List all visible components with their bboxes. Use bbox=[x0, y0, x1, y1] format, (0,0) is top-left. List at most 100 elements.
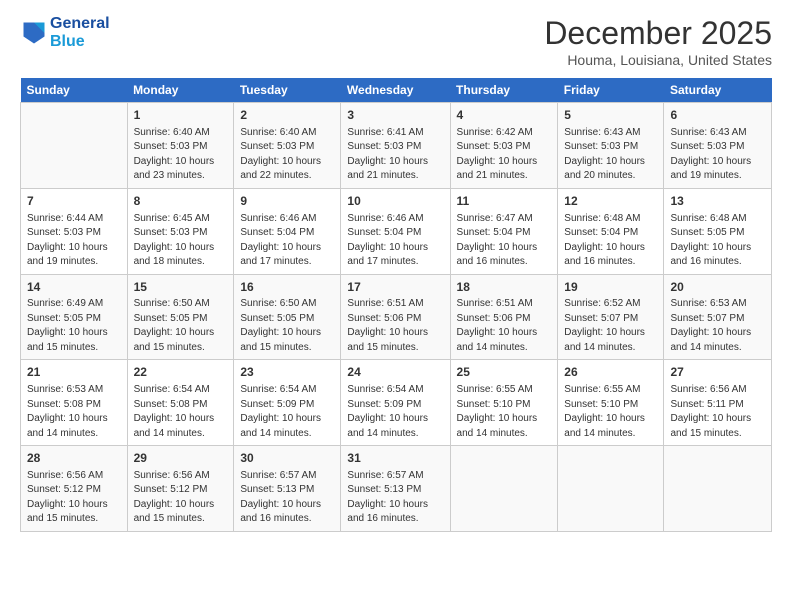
day-number: 25 bbox=[457, 364, 552, 381]
col-thursday: Thursday bbox=[450, 78, 558, 103]
day-number: 26 bbox=[564, 364, 657, 381]
day-cell: 4Sunrise: 6:42 AMSunset: 5:03 PMDaylight… bbox=[450, 103, 558, 189]
day-cell: 28Sunrise: 6:56 AMSunset: 5:12 PMDayligh… bbox=[21, 446, 128, 532]
day-info: Sunrise: 6:44 AMSunset: 5:03 PMDaylight:… bbox=[27, 212, 121, 270]
day-number: 1 bbox=[134, 107, 228, 124]
logo-icon bbox=[20, 19, 48, 47]
title-block: December 2025 Houma, Louisiana, United S… bbox=[544, 15, 772, 68]
day-info: Sunrise: 6:45 AMSunset: 5:03 PMDaylight:… bbox=[134, 212, 228, 270]
day-info: Sunrise: 6:43 AMSunset: 5:03 PMDaylight:… bbox=[670, 126, 765, 184]
day-info: Sunrise: 6:41 AMSunset: 5:03 PMDaylight:… bbox=[347, 126, 443, 184]
day-cell bbox=[664, 446, 772, 532]
day-cell: 2Sunrise: 6:40 AMSunset: 5:03 PMDaylight… bbox=[234, 103, 341, 189]
calendar-body: 1 Sunrise: 6:40 AMSunset: 5:03 PMDaylight… bbox=[21, 103, 772, 532]
day-number: 8 bbox=[134, 193, 228, 210]
col-saturday: Saturday bbox=[664, 78, 772, 103]
day-number: 10 bbox=[347, 193, 443, 210]
day-cell: 6 Sunrise: 6:43 AMSunset: 5:03 PMDaylight… bbox=[664, 103, 772, 189]
day-info: Sunrise: 6:55 AMSunset: 5:10 PMDaylight:… bbox=[564, 383, 657, 441]
day-cell: 29Sunrise: 6:56 AMSunset: 5:12 PMDayligh… bbox=[127, 446, 234, 532]
day-cell: 9 Sunrise: 6:46 AMSunset: 5:04 PMDaylight… bbox=[234, 188, 341, 274]
day-info: Sunrise: 6:48 AMSunset: 5:05 PMDaylight:… bbox=[670, 212, 765, 270]
col-wednesday: Wednesday bbox=[341, 78, 450, 103]
day-number: 7 bbox=[27, 193, 121, 210]
day-number: 23 bbox=[240, 364, 334, 381]
day-cell bbox=[558, 446, 664, 532]
day-info: Sunrise: 6:55 AMSunset: 5:10 PMDaylight:… bbox=[457, 383, 552, 441]
day-info: Sunrise: 6:49 AMSunset: 5:05 PMDaylight:… bbox=[27, 297, 121, 355]
day-info: Sunrise: 6:54 AMSunset: 5:09 PMDaylight:… bbox=[240, 383, 334, 441]
day-info: Sunrise: 6:51 AMSunset: 5:06 PMDaylight:… bbox=[347, 297, 443, 355]
day-number: 13 bbox=[670, 193, 765, 210]
header-row: Sunday Monday Tuesday Wednesday Thursday… bbox=[21, 78, 772, 103]
day-info: Sunrise: 6:51 AMSunset: 5:06 PMDaylight:… bbox=[457, 297, 552, 355]
week-row-4: 28Sunrise: 6:56 AMSunset: 5:12 PMDayligh… bbox=[21, 446, 772, 532]
day-cell bbox=[450, 446, 558, 532]
day-info: Sunrise: 6:57 AMSunset: 5:13 PMDaylight:… bbox=[347, 469, 443, 527]
day-info: Sunrise: 6:46 AMSunset: 5:04 PMDaylight:… bbox=[347, 212, 443, 270]
day-number: 30 bbox=[240, 450, 334, 467]
day-info: Sunrise: 6:56 AMSunset: 5:12 PMDaylight:… bbox=[27, 469, 121, 527]
day-number: 6 bbox=[670, 107, 765, 124]
day-number: 27 bbox=[670, 364, 765, 381]
day-cell: 31 Sunrise: 6:57 AMSunset: 5:13 PMDayligh… bbox=[341, 446, 450, 532]
day-cell: 22Sunrise: 6:54 AMSunset: 5:08 PMDayligh… bbox=[127, 360, 234, 446]
day-number: 31 bbox=[347, 450, 443, 467]
day-info: Sunrise: 6:50 AMSunset: 5:05 PMDaylight:… bbox=[240, 297, 334, 355]
day-number: 21 bbox=[27, 364, 121, 381]
day-info: Sunrise: 6:50 AMSunset: 5:05 PMDaylight:… bbox=[134, 297, 228, 355]
day-number: 3 bbox=[347, 107, 443, 124]
day-number: 15 bbox=[134, 279, 228, 296]
week-row-2: 14Sunrise: 6:49 AMSunset: 5:05 PMDayligh… bbox=[21, 274, 772, 360]
day-number: 9 bbox=[240, 193, 334, 210]
day-cell: 14Sunrise: 6:49 AMSunset: 5:05 PMDayligh… bbox=[21, 274, 128, 360]
day-cell: 30 Sunrise: 6:57 AMSunset: 5:13 PMDayligh… bbox=[234, 446, 341, 532]
day-cell: 23 Sunrise: 6:54 AMSunset: 5:09 PMDayligh… bbox=[234, 360, 341, 446]
day-number: 20 bbox=[670, 279, 765, 296]
day-info: Sunrise: 6:46 AMSunset: 5:04 PMDaylight:… bbox=[240, 212, 334, 270]
day-number: 18 bbox=[457, 279, 552, 296]
page: General Blue December 2025 Houma, Louisi… bbox=[0, 0, 792, 612]
day-info: Sunrise: 6:54 AMSunset: 5:09 PMDaylight:… bbox=[347, 383, 443, 441]
day-cell: 7 Sunrise: 6:44 AMSunset: 5:03 PMDaylight… bbox=[21, 188, 128, 274]
day-info: Sunrise: 6:43 AMSunset: 5:03 PMDaylight:… bbox=[564, 126, 657, 184]
day-number: 24 bbox=[347, 364, 443, 381]
day-cell: 1 Sunrise: 6:40 AMSunset: 5:03 PMDaylight… bbox=[127, 103, 234, 189]
col-monday: Monday bbox=[127, 78, 234, 103]
day-cell: 26 Sunrise: 6:55 AMSunset: 5:10 PMDayligh… bbox=[558, 360, 664, 446]
week-row-1: 7 Sunrise: 6:44 AMSunset: 5:03 PMDaylight… bbox=[21, 188, 772, 274]
day-info: Sunrise: 6:40 AMSunset: 5:03 PMDaylight:… bbox=[240, 126, 334, 184]
day-cell: 21 Sunrise: 6:53 AMSunset: 5:08 PMDayligh… bbox=[21, 360, 128, 446]
day-cell: 25 Sunrise: 6:55 AMSunset: 5:10 PMDayligh… bbox=[450, 360, 558, 446]
day-info: Sunrise: 6:40 AMSunset: 5:03 PMDaylight:… bbox=[134, 126, 228, 184]
day-number: 16 bbox=[240, 279, 334, 296]
day-cell bbox=[21, 103, 128, 189]
day-info: Sunrise: 6:54 AMSunset: 5:08 PMDaylight:… bbox=[134, 383, 228, 441]
location: Houma, Louisiana, United States bbox=[544, 52, 772, 68]
col-friday: Friday bbox=[558, 78, 664, 103]
day-info: Sunrise: 6:47 AMSunset: 5:04 PMDaylight:… bbox=[457, 212, 552, 270]
logo-text: General Blue bbox=[50, 15, 110, 50]
week-row-0: 1 Sunrise: 6:40 AMSunset: 5:03 PMDaylight… bbox=[21, 103, 772, 189]
day-info: Sunrise: 6:52 AMSunset: 5:07 PMDaylight:… bbox=[564, 297, 657, 355]
day-number: 5 bbox=[564, 107, 657, 124]
day-cell: 27Sunrise: 6:56 AMSunset: 5:11 PMDayligh… bbox=[664, 360, 772, 446]
week-row-3: 21 Sunrise: 6:53 AMSunset: 5:08 PMDayligh… bbox=[21, 360, 772, 446]
day-info: Sunrise: 6:57 AMSunset: 5:13 PMDaylight:… bbox=[240, 469, 334, 527]
day-cell: 19Sunrise: 6:52 AMSunset: 5:07 PMDayligh… bbox=[558, 274, 664, 360]
day-cell: 3 Sunrise: 6:41 AMSunset: 5:03 PMDaylight… bbox=[341, 103, 450, 189]
day-info: Sunrise: 6:53 AMSunset: 5:08 PMDaylight:… bbox=[27, 383, 121, 441]
day-cell: 24 Sunrise: 6:54 AMSunset: 5:09 PMDayligh… bbox=[341, 360, 450, 446]
day-info: Sunrise: 6:48 AMSunset: 5:04 PMDaylight:… bbox=[564, 212, 657, 270]
day-cell: 12 Sunrise: 6:48 AMSunset: 5:04 PMDayligh… bbox=[558, 188, 664, 274]
day-cell: 18Sunrise: 6:51 AMSunset: 5:06 PMDayligh… bbox=[450, 274, 558, 360]
day-number: 4 bbox=[457, 107, 552, 124]
calendar-table: Sunday Monday Tuesday Wednesday Thursday… bbox=[20, 78, 772, 532]
day-number: 12 bbox=[564, 193, 657, 210]
day-cell: 15Sunrise: 6:50 AMSunset: 5:05 PMDayligh… bbox=[127, 274, 234, 360]
col-tuesday: Tuesday bbox=[234, 78, 341, 103]
day-info: Sunrise: 6:53 AMSunset: 5:07 PMDaylight:… bbox=[670, 297, 765, 355]
day-info: Sunrise: 6:56 AMSunset: 5:12 PMDaylight:… bbox=[134, 469, 228, 527]
logo: General Blue bbox=[20, 15, 110, 50]
day-cell: 5 Sunrise: 6:43 AMSunset: 5:03 PMDaylight… bbox=[558, 103, 664, 189]
